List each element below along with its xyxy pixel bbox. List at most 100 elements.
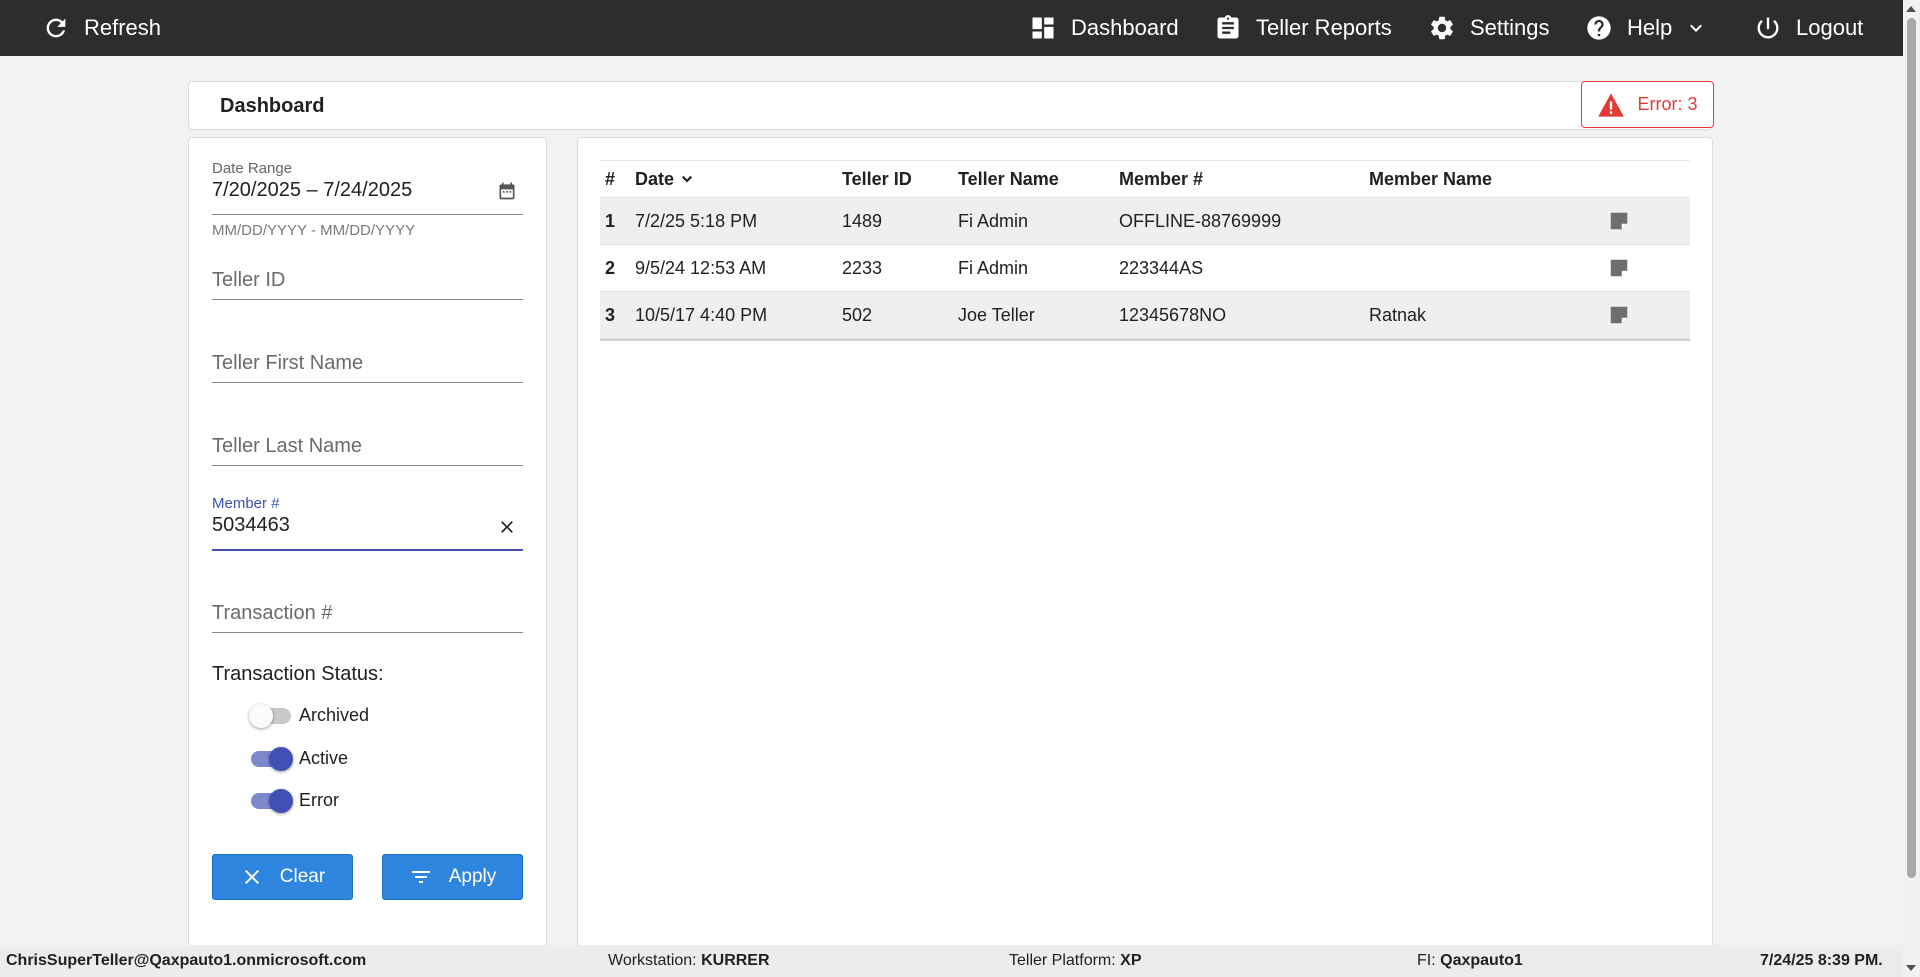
gear-icon <box>1431 16 1453 40</box>
header-date-label: Date <box>635 168 675 189</box>
note-icon[interactable] <box>1608 257 1630 279</box>
filter-panel: Date Range 7/20/2025 – 7/24/2025 MM/DD/Y… <box>188 137 547 947</box>
clear-button[interactable]: Clear <box>212 854 353 900</box>
teller-first-name-underline <box>212 382 523 383</box>
nav-settings[interactable]: Settings <box>1428 0 1550 56</box>
refresh-icon <box>46 18 66 38</box>
header-date[interactable]: Date <box>635 161 696 197</box>
row-teller-name: Fi Admin <box>958 210 1029 231</box>
apply-button-label: Apply <box>448 866 497 887</box>
warning-icon <box>1598 92 1625 117</box>
teller-first-name-placeholder: Teller First Name <box>212 352 364 374</box>
power-icon <box>1757 17 1779 39</box>
header-teller-id[interactable]: Teller ID <box>842 161 912 197</box>
footer-fi-label: FI: <box>1417 952 1436 969</box>
close-icon[interactable] <box>497 517 517 537</box>
logout-button[interactable]: Logout <box>1754 0 1863 56</box>
row-teller-name: Fi Admin <box>958 257 1029 278</box>
clipboard-icon <box>1217 15 1239 39</box>
member-number-field[interactable]: Member # 5034463 <box>212 495 523 551</box>
row-date: 10/5/17 4:40 PM <box>635 304 768 325</box>
header-member-name[interactable]: Member Name <box>1369 161 1492 197</box>
archived-toggle[interactable] <box>249 701 293 729</box>
apply-button[interactable]: Apply <box>382 854 523 900</box>
row-action <box>1608 292 1630 338</box>
table-header-row: # Date Teller ID Teller Name Member # Me… <box>600 161 1690 198</box>
row-index: 1 <box>605 210 616 231</box>
refresh-label: Refresh <box>84 15 162 40</box>
date-range-field[interactable]: Date Range 7/20/2025 – 7/24/2025 <box>212 160 523 215</box>
dashboard-icon <box>1032 17 1054 39</box>
header-member-number[interactable]: Member # <box>1119 161 1203 197</box>
note-icon[interactable] <box>1608 210 1630 232</box>
scroll-thumb[interactable] <box>1907 18 1916 878</box>
status-toggle-error: Error <box>249 786 339 814</box>
transaction-number-field[interactable]: Transaction # <box>212 596 523 633</box>
footer-fi: FI: Qaxpauto1 <box>1417 952 1523 970</box>
archived-toggle-label: Archived <box>299 704 370 725</box>
row-member-number: 223344AS <box>1119 257 1204 278</box>
active-toggle-label: Active <box>299 747 349 768</box>
nav-help[interactable]: Help <box>1585 0 1708 56</box>
footer-workstation-label: Workstation: <box>608 952 697 969</box>
table-row[interactable]: 2 9/5/24 12:53 AM 2233 Fi Admin 223344AS <box>600 245 1690 292</box>
error-toggle[interactable] <box>249 786 293 814</box>
active-toggle[interactable] <box>249 744 293 772</box>
footer-platform-label: Teller Platform: <box>1009 952 1116 969</box>
footer-datetime: 7/24/25 8:39 PM. <box>1760 952 1883 969</box>
row-index: 2 <box>605 257 616 278</box>
member-number-underline <box>212 549 523 551</box>
note-icon[interactable] <box>1608 304 1630 326</box>
date-range-hint: MM/DD/YYYY - MM/DD/YYYY <box>212 222 416 239</box>
nav-teller-reports-label: Teller Reports <box>1256 15 1392 40</box>
status-toggle-archived: Archived <box>249 701 369 729</box>
teller-id-underline <box>212 299 523 300</box>
scroll-down-arrow[interactable] <box>1906 965 1916 971</box>
nav-settings-label: Settings <box>1470 15 1550 40</box>
header-teller-name[interactable]: Teller Name <box>958 161 1059 197</box>
row-teller-name: Joe Teller <box>958 304 1035 325</box>
scroll-up-arrow[interactable] <box>1906 6 1916 12</box>
results-panel: # Date Teller ID Teller Name Member # Me… <box>577 137 1713 947</box>
table-row[interactable]: 3 10/5/17 4:40 PM 502 Joe Teller 1234567… <box>600 292 1690 339</box>
page-header: Dashboard Error: 3 <box>188 81 1714 130</box>
row-member-number: 12345678NO <box>1119 304 1227 325</box>
footer-platform-value: XP <box>1120 952 1142 969</box>
nav-dashboard[interactable]: Dashboard <box>1029 0 1179 56</box>
row-member-name: Ratnak <box>1369 304 1427 325</box>
row-action <box>1608 245 1630 291</box>
row-action <box>1608 198 1630 244</box>
teller-last-name-placeholder: Teller Last Name <box>212 435 363 457</box>
nav-help-label: Help <box>1627 15 1673 40</box>
transaction-number-placeholder: Transaction # <box>212 602 333 624</box>
footer-workstation-value: KURRER <box>701 952 770 969</box>
date-range-value: 7/20/2025 – 7/24/2025 <box>212 179 413 201</box>
page-title: Dashboard <box>220 95 325 117</box>
row-member-number: OFFLINE-88769999 <box>1119 210 1282 231</box>
filter-icon <box>411 871 430 883</box>
date-range-underline <box>212 214 523 215</box>
nav-teller-reports[interactable]: Teller Reports <box>1214 0 1392 56</box>
status-bar: ChrisSuperTeller@Qaxpauto1.onmicrosoft.c… <box>0 945 1903 977</box>
date-range-label: Date Range <box>212 160 293 177</box>
row-teller-id: 2233 <box>842 257 883 278</box>
member-number-value: 5034463 <box>212 514 290 536</box>
teller-id-field[interactable]: Teller ID <box>212 263 523 300</box>
footer-platform: Teller Platform: XP <box>1009 952 1142 970</box>
sort-descending-icon <box>681 175 693 183</box>
page-scrollbar[interactable] <box>1903 0 1920 977</box>
teller-id-placeholder: Teller ID <box>212 269 286 291</box>
top-nav-bar: Refresh Dashboard Teller Reports Setting… <box>0 0 1903 56</box>
help-icon <box>1587 16 1611 40</box>
footer-user: ChrisSuperTeller@Qaxpauto1.onmicrosoft.c… <box>6 952 367 969</box>
clear-button-label: Clear <box>279 866 326 887</box>
error-toggle-label: Error <box>299 789 339 810</box>
teller-first-name-field[interactable]: Teller First Name <box>212 346 523 383</box>
refresh-button[interactable]: Refresh <box>42 0 161 56</box>
row-date: 7/2/25 5:18 PM <box>635 210 758 231</box>
teller-last-name-field[interactable]: Teller Last Name <box>212 429 523 466</box>
error-badge[interactable]: Error: 3 <box>1581 81 1714 128</box>
transactions-table: # Date Teller ID Teller Name Member # Me… <box>600 160 1690 341</box>
calendar-icon[interactable] <box>497 181 517 201</box>
table-row[interactable]: 1 7/2/25 5:18 PM 1489 Fi Admin OFFLINE-8… <box>600 198 1690 245</box>
